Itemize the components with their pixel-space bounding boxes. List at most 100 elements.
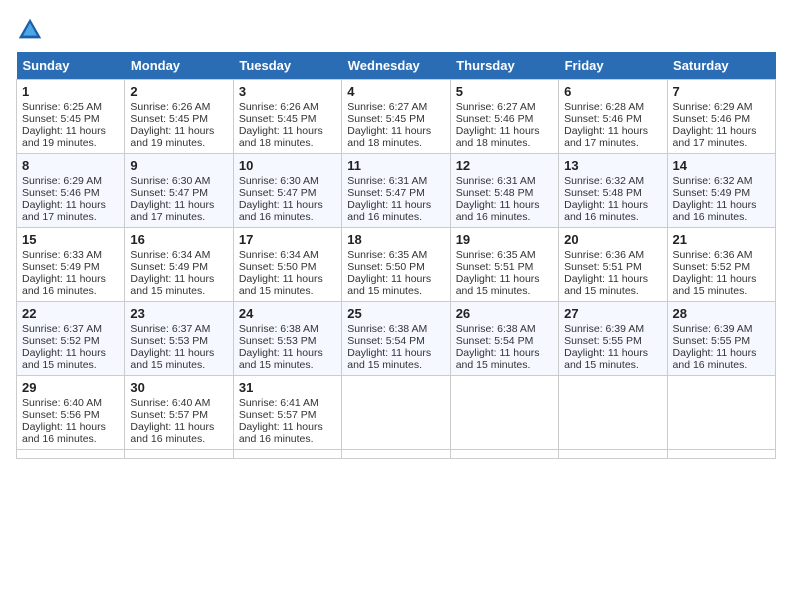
empty-cell	[233, 450, 341, 459]
sunset-label: Sunset: 5:48 PM	[456, 187, 534, 199]
day-number: 17	[239, 232, 336, 247]
calendar-cell: 18 Sunrise: 6:35 AM Sunset: 5:50 PM Dayl…	[342, 228, 450, 302]
day-number: 15	[22, 232, 119, 247]
calendar-cell: 23 Sunrise: 6:37 AM Sunset: 5:53 PM Dayl…	[125, 302, 233, 376]
sunrise-label: Sunrise: 6:39 AM	[564, 323, 644, 335]
sunrise-label: Sunrise: 6:34 AM	[130, 249, 210, 261]
day-number: 10	[239, 158, 336, 173]
sunset-label: Sunset: 5:55 PM	[564, 335, 642, 347]
daylight-label: Daylight: 11 hours and 18 minutes.	[239, 125, 323, 149]
daylight-label: Daylight: 11 hours and 17 minutes.	[130, 199, 214, 223]
weekday-header-row: Sunday Monday Tuesday Wednesday Thursday…	[17, 52, 776, 80]
calendar-cell: 7 Sunrise: 6:29 AM Sunset: 5:46 PM Dayli…	[667, 80, 775, 154]
calendar-cell: 17 Sunrise: 6:34 AM Sunset: 5:50 PM Dayl…	[233, 228, 341, 302]
daylight-label: Daylight: 11 hours and 15 minutes.	[673, 273, 757, 297]
calendar-cell: 2 Sunrise: 6:26 AM Sunset: 5:45 PM Dayli…	[125, 80, 233, 154]
header-monday: Monday	[125, 52, 233, 80]
calendar-week-row: 1 Sunrise: 6:25 AM Sunset: 5:45 PM Dayli…	[17, 80, 776, 154]
sunset-label: Sunset: 5:52 PM	[22, 335, 100, 347]
header-saturday: Saturday	[667, 52, 775, 80]
day-number: 4	[347, 84, 444, 99]
calendar-cell: 25 Sunrise: 6:38 AM Sunset: 5:54 PM Dayl…	[342, 302, 450, 376]
sunrise-label: Sunrise: 6:39 AM	[673, 323, 753, 335]
sunrise-label: Sunrise: 6:38 AM	[347, 323, 427, 335]
sunset-label: Sunset: 5:47 PM	[347, 187, 425, 199]
calendar-cell: 3 Sunrise: 6:26 AM Sunset: 5:45 PM Dayli…	[233, 80, 341, 154]
calendar-week-row: 8 Sunrise: 6:29 AM Sunset: 5:46 PM Dayli…	[17, 154, 776, 228]
daylight-label: Daylight: 11 hours and 16 minutes.	[239, 199, 323, 223]
daylight-label: Daylight: 11 hours and 16 minutes.	[22, 273, 106, 297]
sunrise-label: Sunrise: 6:27 AM	[456, 101, 536, 113]
sunrise-label: Sunrise: 6:30 AM	[130, 175, 210, 187]
calendar-cell: 21 Sunrise: 6:36 AM Sunset: 5:52 PM Dayl…	[667, 228, 775, 302]
calendar-week-row: 15 Sunrise: 6:33 AM Sunset: 5:49 PM Dayl…	[17, 228, 776, 302]
daylight-label: Daylight: 11 hours and 16 minutes.	[673, 347, 757, 371]
daylight-label: Daylight: 11 hours and 15 minutes.	[347, 273, 431, 297]
calendar-cell: 24 Sunrise: 6:38 AM Sunset: 5:53 PM Dayl…	[233, 302, 341, 376]
day-number: 29	[22, 380, 119, 395]
sunset-label: Sunset: 5:46 PM	[456, 113, 534, 125]
sunrise-label: Sunrise: 6:34 AM	[239, 249, 319, 261]
header-sunday: Sunday	[17, 52, 125, 80]
daylight-label: Daylight: 11 hours and 18 minutes.	[456, 125, 540, 149]
header-tuesday: Tuesday	[233, 52, 341, 80]
day-number: 22	[22, 306, 119, 321]
header-wednesday: Wednesday	[342, 52, 450, 80]
sunrise-label: Sunrise: 6:29 AM	[673, 101, 753, 113]
logo	[16, 16, 48, 44]
sunset-label: Sunset: 5:55 PM	[673, 335, 751, 347]
sunset-label: Sunset: 5:45 PM	[22, 113, 100, 125]
calendar-cell: 10 Sunrise: 6:30 AM Sunset: 5:47 PM Dayl…	[233, 154, 341, 228]
sunset-label: Sunset: 5:46 PM	[564, 113, 642, 125]
sunrise-label: Sunrise: 6:28 AM	[564, 101, 644, 113]
day-number: 14	[673, 158, 770, 173]
calendar-cell: 15 Sunrise: 6:33 AM Sunset: 5:49 PM Dayl…	[17, 228, 125, 302]
empty-cell	[450, 450, 558, 459]
day-number: 28	[673, 306, 770, 321]
day-number: 12	[456, 158, 553, 173]
daylight-label: Daylight: 11 hours and 16 minutes.	[456, 199, 540, 223]
day-number: 2	[130, 84, 227, 99]
empty-cell	[125, 450, 233, 459]
calendar-cell: 5 Sunrise: 6:27 AM Sunset: 5:46 PM Dayli…	[450, 80, 558, 154]
sunset-label: Sunset: 5:45 PM	[239, 113, 317, 125]
sunset-label: Sunset: 5:48 PM	[564, 187, 642, 199]
sunrise-label: Sunrise: 6:32 AM	[673, 175, 753, 187]
daylight-label: Daylight: 11 hours and 17 minutes.	[673, 125, 757, 149]
day-number: 9	[130, 158, 227, 173]
empty-cell	[559, 450, 667, 459]
sunset-label: Sunset: 5:45 PM	[130, 113, 208, 125]
sunrise-label: Sunrise: 6:35 AM	[347, 249, 427, 261]
calendar-cell: 6 Sunrise: 6:28 AM Sunset: 5:46 PM Dayli…	[559, 80, 667, 154]
daylight-label: Daylight: 11 hours and 16 minutes.	[347, 199, 431, 223]
empty-cell	[17, 450, 125, 459]
sunset-label: Sunset: 5:49 PM	[22, 261, 100, 273]
daylight-label: Daylight: 11 hours and 17 minutes.	[564, 125, 648, 149]
day-number: 18	[347, 232, 444, 247]
sunrise-label: Sunrise: 6:40 AM	[130, 397, 210, 409]
calendar-cell: 20 Sunrise: 6:36 AM Sunset: 5:51 PM Dayl…	[559, 228, 667, 302]
day-number: 20	[564, 232, 661, 247]
sunrise-label: Sunrise: 6:31 AM	[347, 175, 427, 187]
daylight-label: Daylight: 11 hours and 16 minutes.	[564, 199, 648, 223]
calendar-cell: 16 Sunrise: 6:34 AM Sunset: 5:49 PM Dayl…	[125, 228, 233, 302]
sunrise-label: Sunrise: 6:29 AM	[22, 175, 102, 187]
day-number: 7	[673, 84, 770, 99]
empty-cell	[342, 376, 450, 450]
sunset-label: Sunset: 5:57 PM	[130, 409, 208, 421]
daylight-label: Daylight: 11 hours and 15 minutes.	[456, 273, 540, 297]
daylight-label: Daylight: 11 hours and 15 minutes.	[347, 347, 431, 371]
day-number: 3	[239, 84, 336, 99]
sunrise-label: Sunrise: 6:33 AM	[22, 249, 102, 261]
page-header	[16, 16, 776, 44]
daylight-label: Daylight: 11 hours and 15 minutes.	[130, 273, 214, 297]
sunset-label: Sunset: 5:51 PM	[564, 261, 642, 273]
sunset-label: Sunset: 5:49 PM	[673, 187, 751, 199]
sunset-label: Sunset: 5:45 PM	[347, 113, 425, 125]
sunset-label: Sunset: 5:53 PM	[239, 335, 317, 347]
sunrise-label: Sunrise: 6:25 AM	[22, 101, 102, 113]
sunset-label: Sunset: 5:46 PM	[673, 113, 751, 125]
sunrise-label: Sunrise: 6:38 AM	[456, 323, 536, 335]
calendar-cell: 12 Sunrise: 6:31 AM Sunset: 5:48 PM Dayl…	[450, 154, 558, 228]
calendar-cell: 11 Sunrise: 6:31 AM Sunset: 5:47 PM Dayl…	[342, 154, 450, 228]
